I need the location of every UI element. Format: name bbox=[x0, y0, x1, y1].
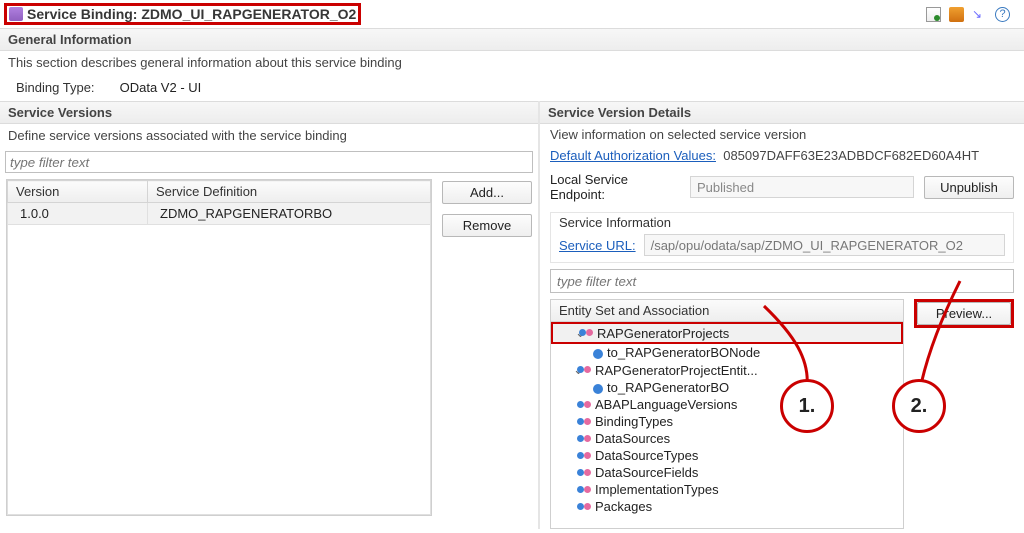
tree-node-selected[interactable]: ⌄ RAPGeneratorProjects bbox=[551, 322, 903, 344]
binding-type-value: OData V2 - UI bbox=[120, 80, 202, 95]
tree-node[interactable]: to_RAPGeneratorBO bbox=[551, 379, 903, 396]
tree-node-label: to_RAPGeneratorBO bbox=[607, 380, 729, 395]
entity-set-icon bbox=[577, 363, 591, 377]
versions-filter-input[interactable] bbox=[5, 151, 533, 173]
entity-set-icon bbox=[579, 326, 593, 340]
local-endpoint-value: Published bbox=[690, 176, 914, 198]
tree-node-label: ImplementationTypes bbox=[595, 482, 719, 497]
table-row[interactable]: 1.0.0 ZDMO_RAPGENERATORBO bbox=[8, 203, 431, 225]
service-details-pane: Service Version Details View information… bbox=[540, 101, 1024, 529]
title-highlight: Service Binding: ZDMO_UI_RAPGENERATOR_O2 bbox=[4, 3, 361, 25]
entity-set-icon bbox=[577, 449, 591, 463]
link-icon[interactable]: ↘ bbox=[972, 7, 987, 22]
service-url-value: /sap/opu/odata/sap/ZDMO_UI_RAPGENERATOR_… bbox=[644, 234, 1005, 256]
tree-node[interactable]: BindingTypes bbox=[551, 413, 903, 430]
section-versions-subtitle: Define service versions associated with … bbox=[0, 124, 538, 147]
entity-set-icon bbox=[577, 500, 591, 514]
tree-node-label: to_RAPGeneratorBONode bbox=[607, 345, 760, 360]
col-version[interactable]: Version bbox=[8, 181, 148, 203]
callout-1: 1. bbox=[780, 379, 834, 433]
callout-2: 2. bbox=[892, 379, 946, 433]
entity-table[interactable]: Entity Set and Association ⌄ RAPGenerator… bbox=[550, 299, 904, 529]
association-icon bbox=[593, 384, 603, 394]
entity-set-icon bbox=[577, 398, 591, 412]
tree-node[interactable]: Packages bbox=[551, 498, 903, 515]
help-icon[interactable]: ? bbox=[995, 7, 1010, 22]
default-auth-link[interactable]: Default Authorization Values: bbox=[550, 148, 716, 163]
tree-twisty-icon[interactable]: ⌄ bbox=[557, 325, 575, 341]
section-details-header: Service Version Details bbox=[540, 101, 1024, 124]
entity-filter-input[interactable] bbox=[550, 269, 1014, 293]
page-title: Service Binding: ZDMO_UI_RAPGENERATOR_O2 bbox=[27, 6, 356, 22]
tree-node[interactable]: ImplementationTypes bbox=[551, 481, 903, 498]
service-binding-icon bbox=[9, 7, 23, 21]
col-service-def[interactable]: Service Definition bbox=[148, 181, 431, 203]
entity-col-header: Entity Set and Association bbox=[551, 300, 903, 322]
entity-set-icon bbox=[577, 483, 591, 497]
tree-node[interactable]: to_RAPGeneratorBONode bbox=[551, 344, 903, 361]
new-object-icon[interactable] bbox=[926, 7, 941, 22]
tree-node-label: Packages bbox=[595, 499, 652, 514]
section-versions-header: Service Versions bbox=[0, 101, 538, 124]
local-endpoint-label: Local Service Endpoint: bbox=[550, 172, 680, 202]
service-versions-pane: Service Versions Define service versions… bbox=[0, 101, 540, 529]
versions-table[interactable]: Version Service Definition 1.0.0 ZDMO_RA… bbox=[6, 179, 432, 516]
service-information-group: Service Information Service URL: /sap/op… bbox=[550, 212, 1014, 263]
tree-node[interactable]: DataSources bbox=[551, 430, 903, 447]
tree-node-label: ABAPLanguageVersions bbox=[595, 397, 737, 412]
toolbox-icon[interactable] bbox=[949, 7, 964, 22]
header-toolbar: ↘ ? bbox=[926, 7, 1016, 22]
section-general-header: General Information bbox=[0, 28, 1024, 51]
binding-type-label: Binding Type: bbox=[16, 80, 116, 95]
tree-node-label: RAPGeneratorProjects bbox=[597, 326, 729, 341]
entity-set-icon bbox=[577, 466, 591, 480]
binding-type-row: Binding Type: OData V2 - UI bbox=[0, 74, 1024, 101]
tree-node[interactable]: ⌄ RAPGeneratorProjectEntit... bbox=[551, 361, 903, 379]
tree-node[interactable]: DataSourceFields bbox=[551, 464, 903, 481]
tree-twisty-icon[interactable]: ⌄ bbox=[555, 362, 573, 378]
cell-version: 1.0.0 bbox=[8, 203, 148, 225]
tree-node-label: DataSourceFields bbox=[595, 465, 698, 480]
tree-node-label: DataSources bbox=[595, 431, 670, 446]
service-url-link[interactable]: Service URL: bbox=[559, 238, 636, 253]
tree-node-label: BindingTypes bbox=[595, 414, 673, 429]
add-button[interactable]: Add... bbox=[442, 181, 532, 204]
preview-highlight: Preview... bbox=[914, 299, 1014, 328]
entity-set-icon bbox=[577, 432, 591, 446]
editor-header: Service Binding: ZDMO_UI_RAPGENERATOR_O2… bbox=[0, 0, 1024, 28]
preview-button[interactable]: Preview... bbox=[917, 302, 1011, 325]
section-general-subtitle: This section describes general informati… bbox=[0, 51, 1024, 74]
tree-node-label: DataSourceTypes bbox=[595, 448, 698, 463]
unpublish-button[interactable]: Unpublish bbox=[924, 176, 1014, 199]
tree-node[interactable]: ABAPLanguageVersions bbox=[551, 396, 903, 413]
default-auth-value: 085097DAFF63E23ADBDCF682ED60A4HT bbox=[723, 148, 979, 163]
tree-node[interactable]: DataSourceTypes bbox=[551, 447, 903, 464]
service-info-title: Service Information bbox=[551, 213, 1013, 232]
section-details-subtitle: View information on selected service ver… bbox=[540, 124, 1024, 145]
remove-button[interactable]: Remove bbox=[442, 214, 532, 237]
entity-set-icon bbox=[577, 415, 591, 429]
tree-node-label: RAPGeneratorProjectEntit... bbox=[595, 363, 758, 378]
association-icon bbox=[593, 349, 603, 359]
cell-service-def: ZDMO_RAPGENERATORBO bbox=[148, 203, 431, 225]
